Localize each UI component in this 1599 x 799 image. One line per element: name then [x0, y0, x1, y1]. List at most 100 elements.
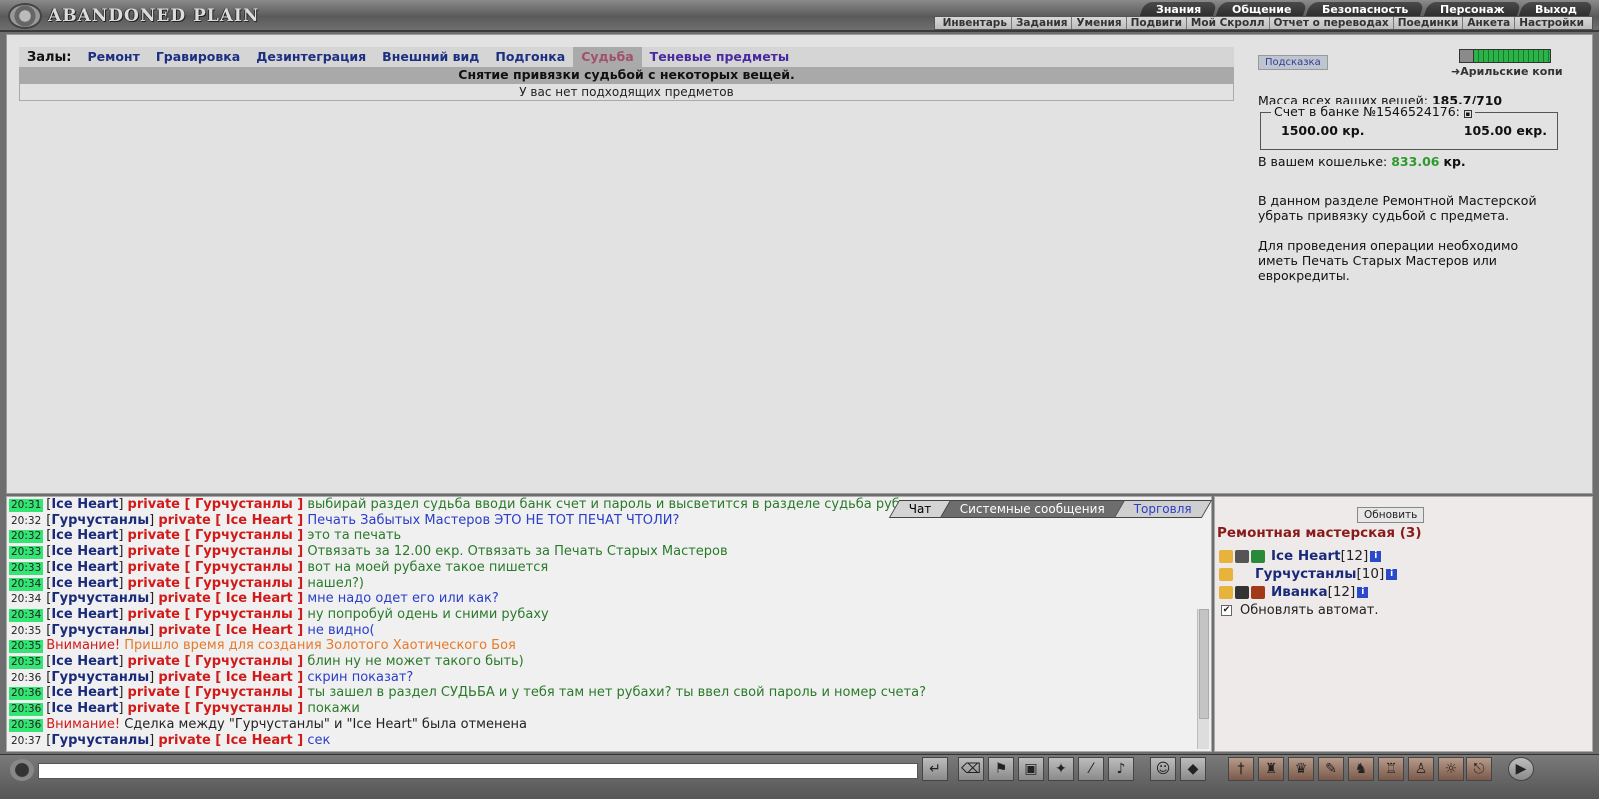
- attack-icon[interactable]: [1219, 567, 1233, 581]
- bag-icon[interactable]: ♜: [1258, 757, 1284, 781]
- hall-tab[interactable]: Гравировка: [148, 47, 248, 67]
- message-sender[interactable]: Ice Heart: [51, 654, 118, 669]
- scroll-icon[interactable]: ✎: [1318, 757, 1344, 781]
- clan-icon[interactable]: ◆: [1180, 757, 1206, 781]
- attack-icon[interactable]: [1219, 549, 1233, 563]
- message-sender[interactable]: Гурчустанлы: [51, 513, 149, 528]
- message-sender[interactable]: Ice Heart: [51, 497, 118, 512]
- chat-input[interactable]: [38, 763, 918, 779]
- message-sender[interactable]: Ice Heart: [51, 685, 118, 700]
- chat-tab[interactable]: Торговля: [1113, 500, 1213, 518]
- eraser-icon[interactable]: ⌫: [958, 757, 984, 781]
- primary-menu-item[interactable]: Знания: [1139, 2, 1218, 17]
- message-time: 20:35: [9, 656, 44, 670]
- empty-message: У вас нет подходящих предметов: [19, 83, 1234, 101]
- primary-menu-item[interactable]: Безопасность: [1305, 2, 1425, 17]
- message-sender[interactable]: Гурчустанлы: [51, 733, 149, 748]
- message-sender[interactable]: Ice Heart: [51, 701, 118, 716]
- primary-menu-item[interactable]: Общение: [1215, 2, 1308, 17]
- hall-tab[interactable]: Дезинтеграция: [248, 47, 374, 67]
- gold-icon[interactable]: ♛: [1288, 757, 1314, 781]
- private-tag[interactable]: private [ Гурчустанлы ]: [128, 685, 304, 700]
- exit-icon[interactable]: ⎋: [1466, 757, 1492, 781]
- chat-message: 20:36 [Ice Heart] private [ Гурчустанлы ]…: [9, 685, 926, 701]
- translit-icon[interactable]: ✦: [1048, 757, 1074, 781]
- hall-tab[interactable]: Внешний вид: [374, 47, 487, 67]
- chat-smile-icon[interactable]: [10, 759, 34, 781]
- private-tag[interactable]: private [ Ice Heart ]: [158, 591, 303, 606]
- private-tag[interactable]: private [ Гурчустанлы ]: [128, 701, 304, 716]
- secondary-menu-item[interactable]: Настройки: [1515, 17, 1588, 29]
- message-sender[interactable]: Гурчустанлы: [51, 623, 149, 638]
- message-sender[interactable]: Ice Heart: [51, 560, 118, 575]
- hall-tab[interactable]: Судьба: [573, 47, 642, 67]
- user-nick[interactable]: Иванка: [1271, 584, 1328, 600]
- private-tag[interactable]: private [ Гурчустанлы ]: [128, 528, 304, 543]
- save-icon[interactable]: ▣: [1018, 757, 1044, 781]
- shop-icon[interactable]: ♖: [1378, 757, 1404, 781]
- hall-tab[interactable]: Подгонка: [487, 47, 573, 67]
- message-sender[interactable]: Гурчустанлы: [51, 591, 149, 606]
- message-sender[interactable]: Ice Heart: [51, 607, 118, 622]
- character-icon[interactable]: [1460, 50, 1474, 62]
- arena-icon[interactable]: ♞: [1348, 757, 1374, 781]
- private-tag[interactable]: private [ Гурчустанлы ]: [128, 576, 304, 591]
- private-tag[interactable]: private [ Ice Heart ]: [158, 670, 303, 685]
- secondary-menu-item[interactable]: Отчет о переводах: [1270, 17, 1394, 29]
- message-sender[interactable]: Ice Heart: [51, 544, 118, 559]
- private-tag[interactable]: private [ Ice Heart ]: [158, 513, 303, 528]
- chat-scrollbar[interactable]: [1197, 609, 1209, 749]
- private-tag[interactable]: private [ Гурчустанлы ]: [128, 544, 304, 559]
- secondary-menu-item[interactable]: Задания: [1012, 17, 1073, 29]
- primary-menu-item[interactable]: Персонаж: [1423, 2, 1521, 17]
- private-tag[interactable]: private [ Гурчустанлы ]: [128, 607, 304, 622]
- message-text: блин ну не может такого быть): [307, 654, 524, 670]
- chat-message: 20:36 [Гурчустанлы] private [ Ice Heart ]…: [11, 669, 414, 685]
- auto-refresh[interactable]: ✔ Обновлять автомат.: [1221, 603, 1379, 618]
- filter-icon[interactable]: ⚑: [988, 757, 1014, 781]
- private-icon[interactable]: ⁄: [1078, 757, 1104, 781]
- user-nick[interactable]: Ice Heart: [1271, 548, 1341, 564]
- secondary-menu-item[interactable]: Умения: [1072, 17, 1127, 29]
- secondary-menu-item[interactable]: Поединки: [1394, 17, 1464, 29]
- attack-icon[interactable]: [1219, 585, 1233, 599]
- chat-message: 20:34 [Ice Heart] private [ Гурчустанлы ]…: [9, 575, 364, 591]
- refresh-button[interactable]: Обновить: [1357, 507, 1425, 523]
- sound-icon[interactable]: ♪: [1108, 757, 1134, 781]
- info-icon[interactable]: i: [1357, 586, 1369, 598]
- bank-label-text: Счет в банке №1546524176:: [1274, 104, 1460, 119]
- lock-icon[interactable]: ▪: [1463, 110, 1472, 118]
- private-tag[interactable]: private [ Ice Heart ]: [158, 623, 303, 638]
- play-icon[interactable]: ▶: [1508, 757, 1534, 781]
- private-tag[interactable]: private [ Гурчустанлы ]: [128, 654, 304, 669]
- primary-menu-item[interactable]: Выход: [1518, 2, 1594, 17]
- private-tag[interactable]: private [ Ice Heart ]: [158, 733, 303, 748]
- user-nick[interactable]: Гурчустанлы: [1255, 566, 1357, 582]
- private-tag[interactable]: private [ Гурчустанлы ]: [128, 560, 304, 575]
- user-level: [12]: [1327, 584, 1356, 600]
- hall-tab[interactable]: Ремонт: [79, 47, 147, 67]
- private-tag[interactable]: private [ Гурчустанлы ]: [128, 497, 304, 512]
- hall-tab[interactable]: Теневые предметы: [642, 47, 798, 67]
- send-icon[interactable]: ↵: [922, 757, 948, 781]
- secondary-menu-item[interactable]: Анкета: [1463, 17, 1516, 29]
- message-sender[interactable]: Ice Heart: [51, 528, 118, 543]
- secondary-menu-item[interactable]: Мой Скролл: [1187, 17, 1270, 29]
- message-sender[interactable]: Ice Heart: [51, 576, 118, 591]
- scroll-thumb[interactable]: [1199, 609, 1209, 719]
- info-icon[interactable]: i: [1386, 568, 1398, 580]
- message-sender[interactable]: Гурчустанлы: [51, 670, 149, 685]
- auto-refresh-checkbox[interactable]: ✔: [1221, 605, 1232, 616]
- smiles-icon[interactable]: ☺: [1150, 757, 1176, 781]
- align-icon: [1251, 585, 1265, 599]
- info-icon[interactable]: i: [1370, 550, 1382, 562]
- sword-icon[interactable]: †: [1228, 757, 1254, 781]
- location-link[interactable]: ➜Арильские копи: [1451, 65, 1563, 78]
- group-icon[interactable]: ☼: [1438, 757, 1464, 781]
- secondary-menu-item[interactable]: Подвиги: [1127, 17, 1187, 29]
- hint-button[interactable]: Подсказка: [1258, 55, 1328, 70]
- chat-tab[interactable]: Системные сообщения: [939, 500, 1126, 518]
- primary-menu-label: Выход: [1535, 3, 1577, 16]
- castle-icon[interactable]: ♙: [1408, 757, 1434, 781]
- secondary-menu-item[interactable]: Инвентарь: [939, 17, 1012, 29]
